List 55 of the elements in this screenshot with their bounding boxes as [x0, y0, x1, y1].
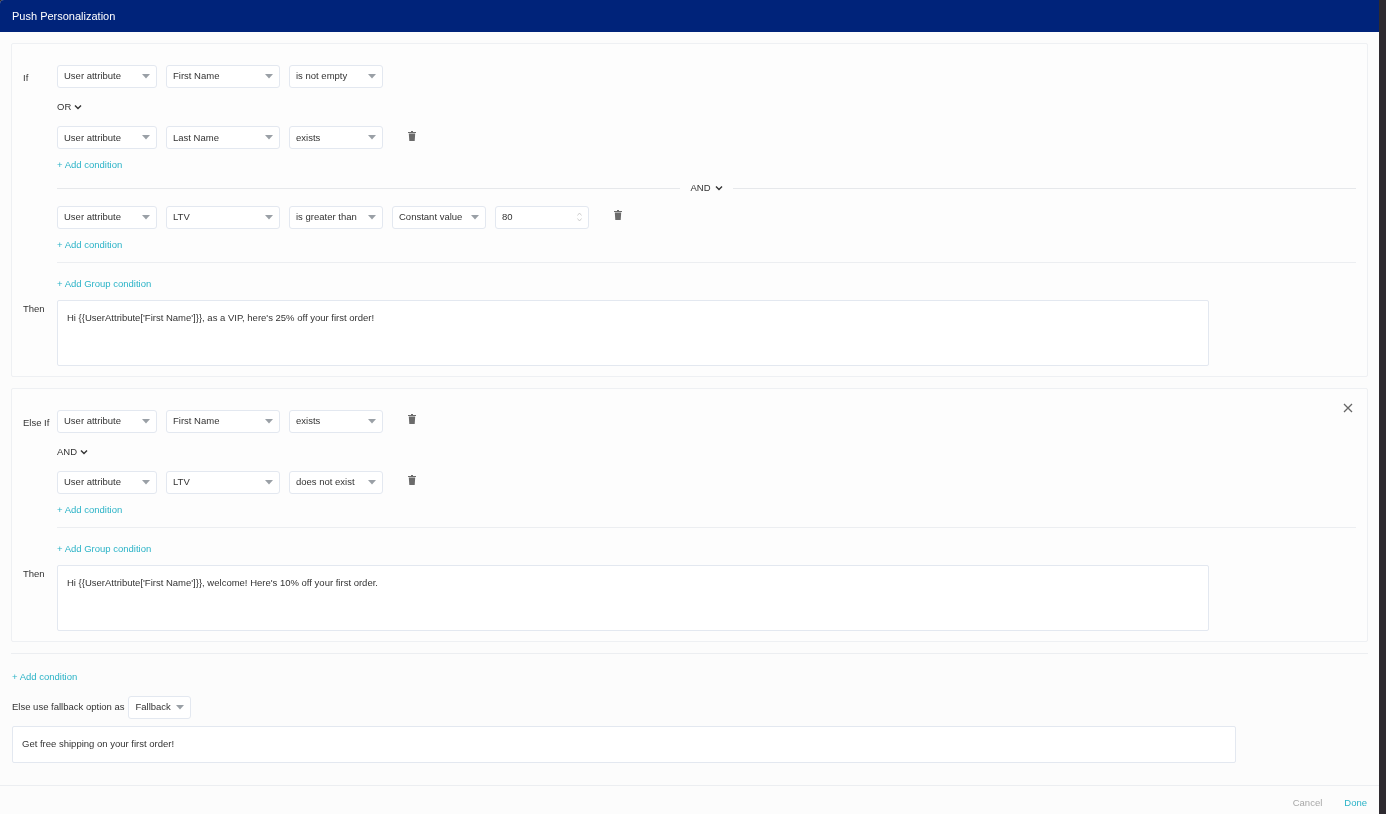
dropdown[interactable]: is greater than [289, 205, 383, 229]
caret-icon [142, 418, 150, 424]
caret-icon [368, 74, 376, 79]
dropdown[interactable]: LTV [166, 205, 280, 229]
number-field[interactable]: 80 [495, 205, 589, 229]
dropdown[interactable]: is not empty [289, 65, 383, 88]
rule-label: If [23, 71, 30, 85]
trash-icon[interactable] [408, 130, 416, 141]
rule-label: Else If [23, 415, 51, 430]
dropdown[interactable]: Last Name [166, 126, 280, 150]
caret-icon [265, 214, 273, 220]
caret-icon [368, 418, 376, 424]
dropdown[interactable]: Fallback [128, 696, 192, 719]
dropdown[interactable]: LTV [166, 470, 280, 494]
chevron-down-icon [74, 104, 83, 111]
condition-operator[interactable]: OR [57, 100, 83, 115]
caret-icon [265, 135, 273, 141]
group-operator[interactable]: AND [680, 181, 733, 196]
caret-icon [265, 418, 273, 424]
condition-operator[interactable]: AND [57, 444, 89, 459]
dropdown[interactable]: User attribute [57, 470, 157, 494]
caret-icon [471, 214, 479, 220]
dialog-title: Push Personalization [12, 8, 116, 24]
dropdown[interactable]: User attribute [57, 409, 157, 433]
caret-icon [368, 135, 376, 141]
caret-icon [176, 705, 185, 710]
dropdown[interactable]: does not exist [289, 470, 383, 494]
fallback-label: Else use fallback option as [12, 700, 125, 715]
trash-icon[interactable] [408, 414, 416, 424]
message-field[interactable]: Get free shipping on your first order! [12, 726, 1236, 763]
dropdown[interactable]: User attribute [57, 65, 157, 88]
trash-icon[interactable] [614, 210, 622, 220]
caret-icon [265, 479, 273, 485]
dropdown[interactable]: First Name [166, 409, 280, 433]
then-label: Then [23, 566, 46, 581]
dropdown[interactable]: exists [289, 409, 383, 433]
caret-icon [142, 214, 150, 220]
chevron-down-icon [80, 448, 89, 455]
caret-icon [142, 135, 150, 141]
close-icon[interactable] [1343, 402, 1353, 413]
caret-icon [142, 74, 150, 79]
message-field[interactable]: Hi {{UserAttribute['First Name']}}, welcome! Here's 10% off your first order. [57, 564, 1209, 631]
dropdown[interactable]: First Name [166, 65, 280, 88]
caret-icon [368, 479, 376, 485]
message-field[interactable]: Hi {{UserAttribute['First Name']}}, as a VIP, here's 25% off your first order! [57, 299, 1209, 366]
dropdown[interactable]: User attribute [57, 126, 157, 150]
dropdown[interactable]: User attribute [57, 205, 157, 229]
then-label: Then [23, 301, 46, 316]
trash-icon[interactable] [408, 475, 416, 486]
dropdown[interactable]: exists [289, 126, 383, 150]
caret-icon [142, 479, 150, 485]
dropdown[interactable]: Constant value [392, 205, 486, 229]
chevron-down-icon [714, 185, 723, 192]
caret-icon [265, 74, 273, 79]
caret-icon [368, 214, 376, 220]
